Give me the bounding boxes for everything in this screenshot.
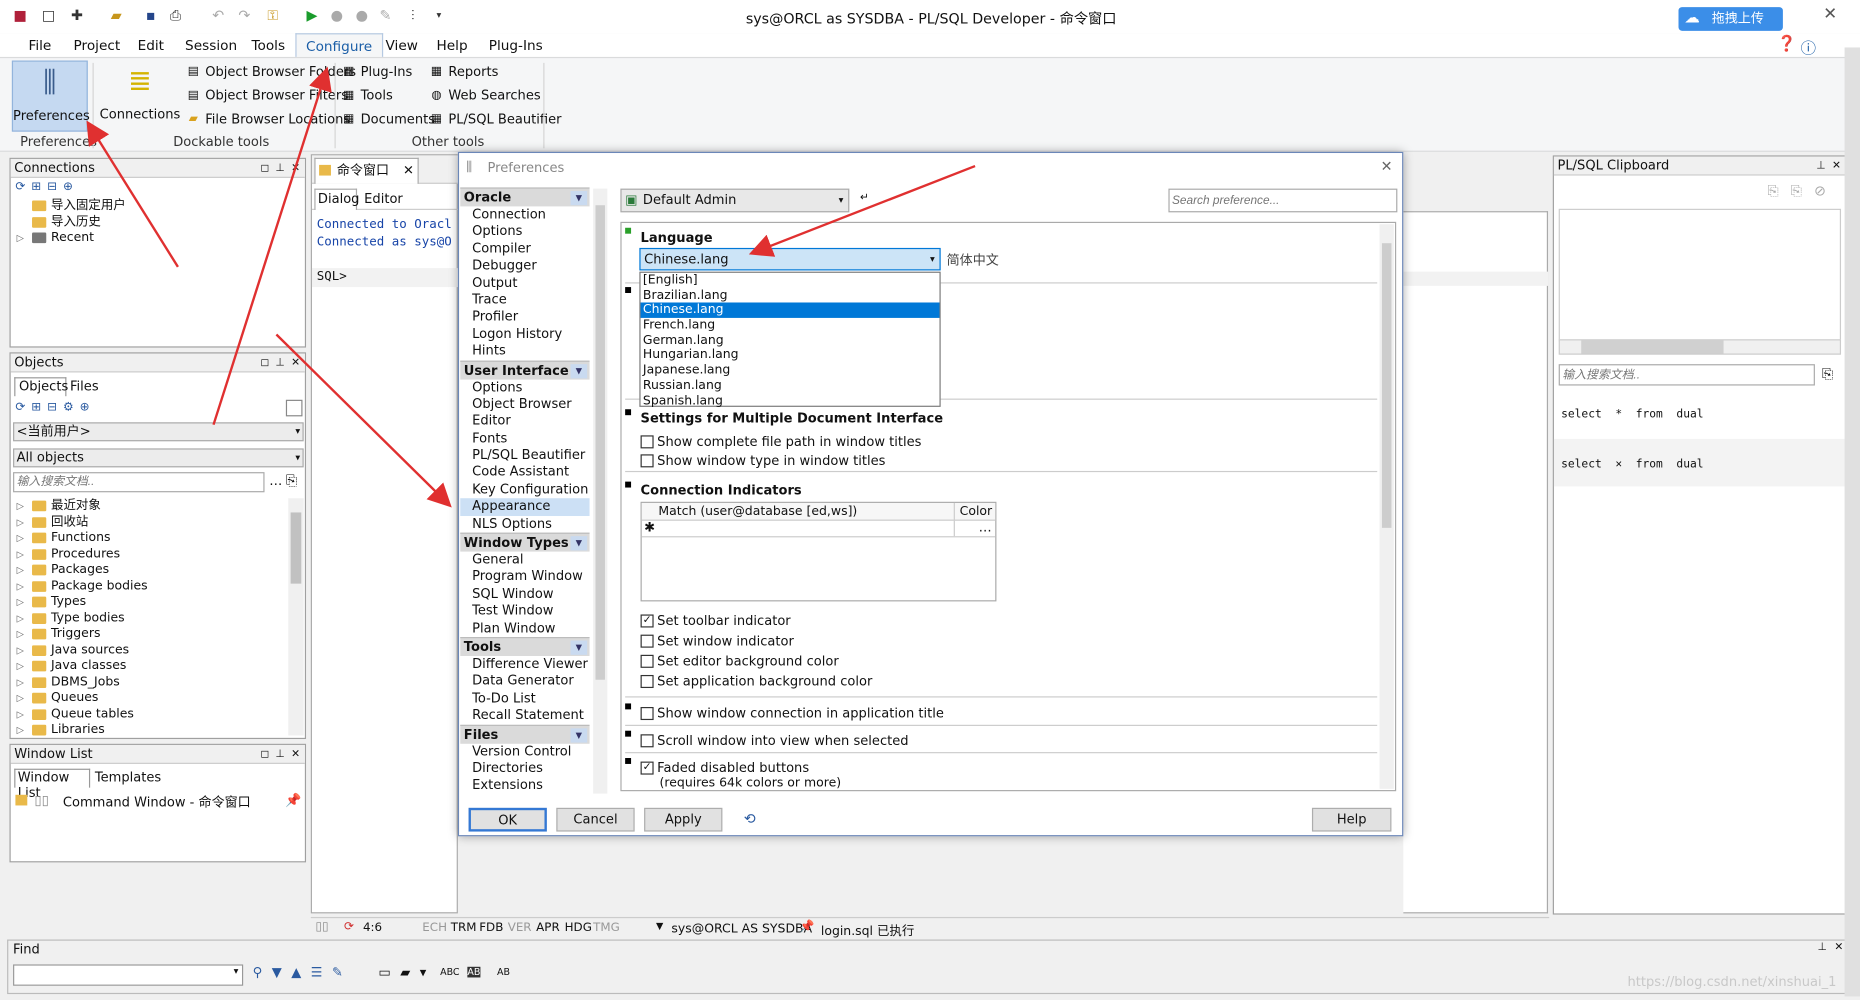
arrow <box>275 333 452 508</box>
arrow <box>748 164 976 257</box>
arrow <box>86 120 179 268</box>
arrow <box>212 66 332 426</box>
window-edge <box>1844 47 1860 997</box>
annotation-arrows <box>86 66 976 508</box>
